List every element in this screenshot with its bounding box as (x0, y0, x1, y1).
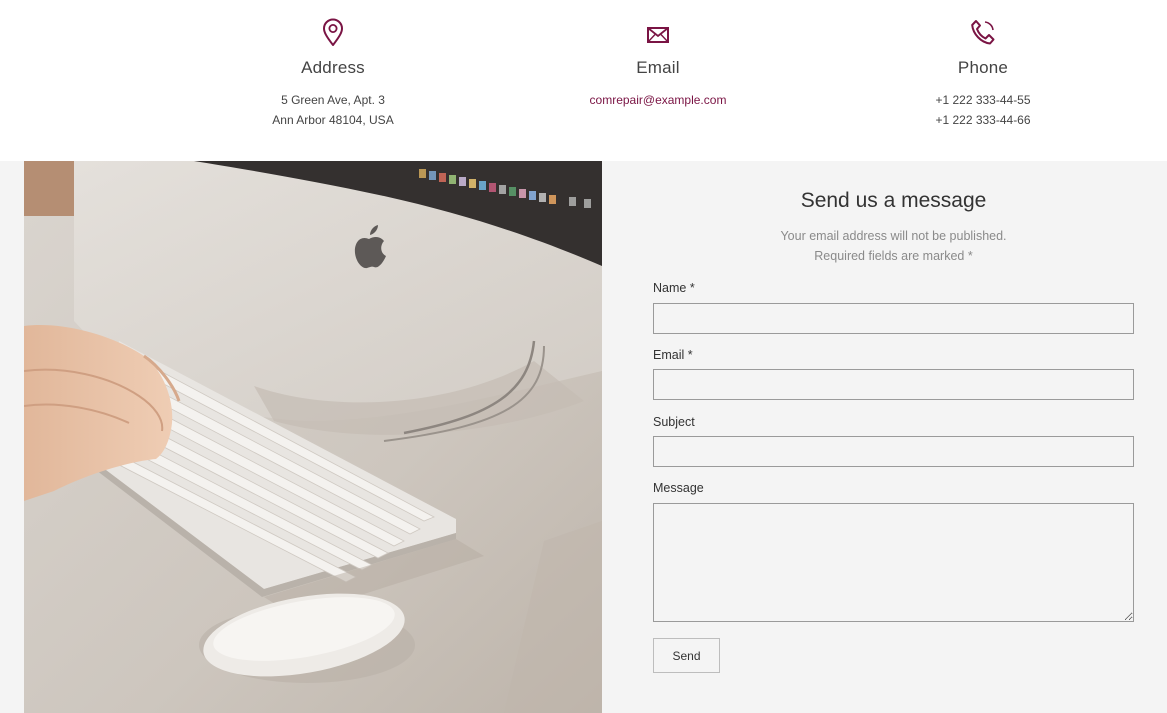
envelope-icon (508, 18, 808, 50)
phone-icon (833, 18, 1133, 50)
map-pin-icon (183, 18, 483, 50)
address-lines: 5 Green Ave, Apt. 3 Ann Arbor 48104, USA (183, 90, 483, 130)
desk-photo (24, 161, 602, 713)
phone-title: Phone (957, 58, 1009, 77)
form-note: Your email address will not be published… (653, 226, 1134, 266)
form-title: Send us a message (800, 189, 987, 212)
phone-lines: +1 222 333-44-55 +1 222 333-44-66 (833, 90, 1133, 130)
address-line-2: Ann Arbor 48104, USA (272, 113, 394, 127)
subject-label: Subject (653, 415, 695, 429)
contact-form-section: Send us a message Your email address wil… (0, 161, 1167, 713)
email-field[interactable] (653, 369, 1134, 400)
address-block: Address 5 Green Ave, Apt. 3 Ann Arbor 48… (183, 18, 483, 130)
message-field[interactable] (653, 503, 1134, 622)
phone-line-2: +1 222 333-44-66 (935, 113, 1031, 127)
contact-info-section: Address 5 Green Ave, Apt. 3 Ann Arbor 48… (0, 0, 1167, 161)
email-link[interactable]: comrepair@example.com (590, 93, 727, 107)
email-title: Email (636, 58, 680, 77)
send-button[interactable]: Send (653, 638, 720, 673)
address-line-1: 5 Green Ave, Apt. 3 (281, 93, 385, 107)
name-field[interactable] (653, 303, 1134, 334)
email-label: Email * (653, 348, 693, 362)
email-block: Email comrepair@example.com (508, 18, 808, 110)
name-label: Name * (653, 281, 695, 295)
phone-block: Phone +1 222 333-44-55 +1 222 333-44-66 (833, 18, 1133, 130)
form-note-line-2: Required fields are marked * (814, 249, 973, 263)
form-note-line-1: Your email address will not be published… (780, 229, 1007, 243)
phone-line-1: +1 222 333-44-55 (935, 93, 1031, 107)
address-title: Address (301, 58, 365, 77)
email-lines: comrepair@example.com (508, 90, 808, 110)
subject-field[interactable] (653, 436, 1134, 467)
message-label: Message (653, 481, 704, 495)
